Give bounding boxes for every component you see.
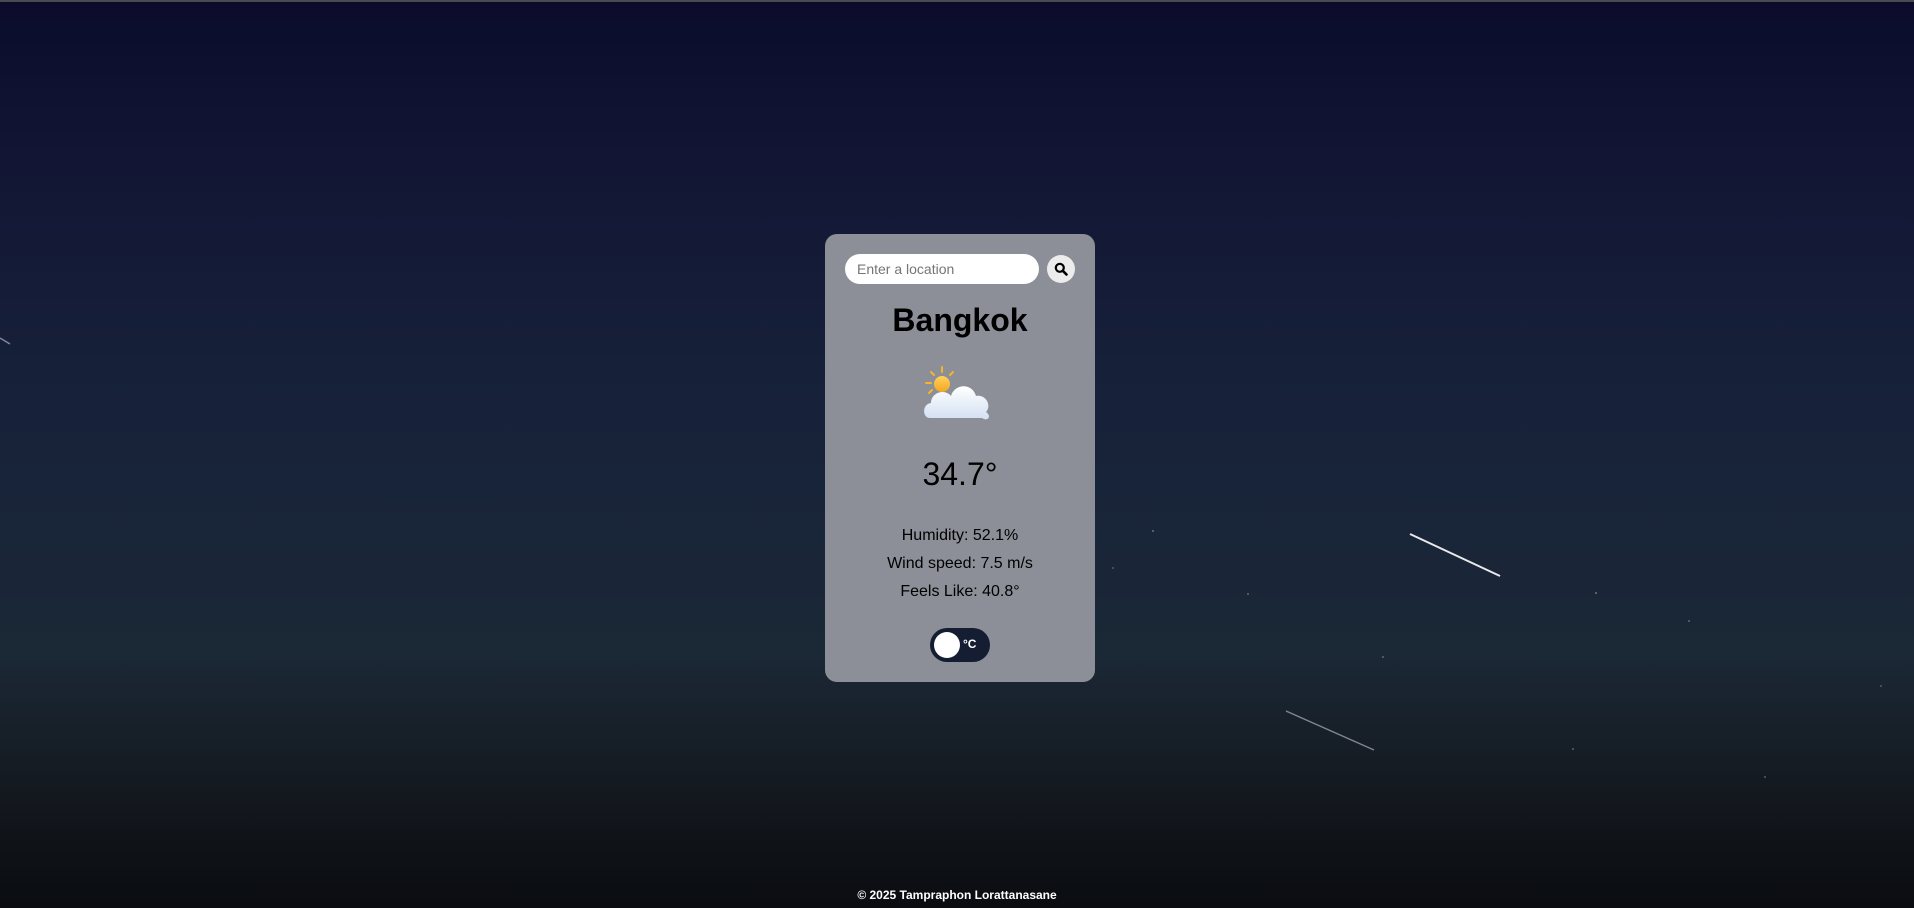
- shooting-star: [1285, 710, 1375, 751]
- unit-label: °C: [963, 637, 977, 651]
- star: [1382, 656, 1384, 658]
- star: [1688, 620, 1690, 622]
- shooting-star: [1409, 533, 1501, 577]
- search-bar: [845, 254, 1075, 284]
- toggle-knob: [934, 632, 960, 658]
- star: [1595, 592, 1597, 594]
- humidity-text: Humidity: 52.1%: [901, 527, 1019, 544]
- feels-like-text: Feels Like: 40.8°: [900, 583, 1020, 600]
- star: [1112, 567, 1114, 569]
- footer-copyright: © 2025 Tampraphon Lorattanasane: [857, 888, 1057, 902]
- city-name: Bangkok: [892, 302, 1028, 338]
- weather-details: Humidity: 52.1% Wind speed: 7.5 m/s Feel…: [825, 522, 1095, 606]
- location-search-input[interactable]: [845, 254, 1039, 284]
- star: [1764, 776, 1766, 778]
- temperature-value: 34.7°: [922, 456, 998, 492]
- star: [1247, 593, 1249, 595]
- unit-toggle-switch[interactable]: °C: [930, 628, 990, 662]
- star: [1152, 530, 1154, 532]
- search-icon: [1054, 262, 1068, 276]
- wind-speed-text: Wind speed: 7.5 m/s: [887, 555, 1033, 572]
- star: [1880, 685, 1882, 687]
- search-button[interactable]: [1047, 255, 1075, 283]
- partly-cloudy-icon: [924, 366, 989, 420]
- weather-card: Bangkok 34.7° Humidity: 52.1% Wind speed…: [825, 234, 1095, 682]
- star: [1572, 748, 1574, 750]
- shooting-star: [0, 337, 11, 345]
